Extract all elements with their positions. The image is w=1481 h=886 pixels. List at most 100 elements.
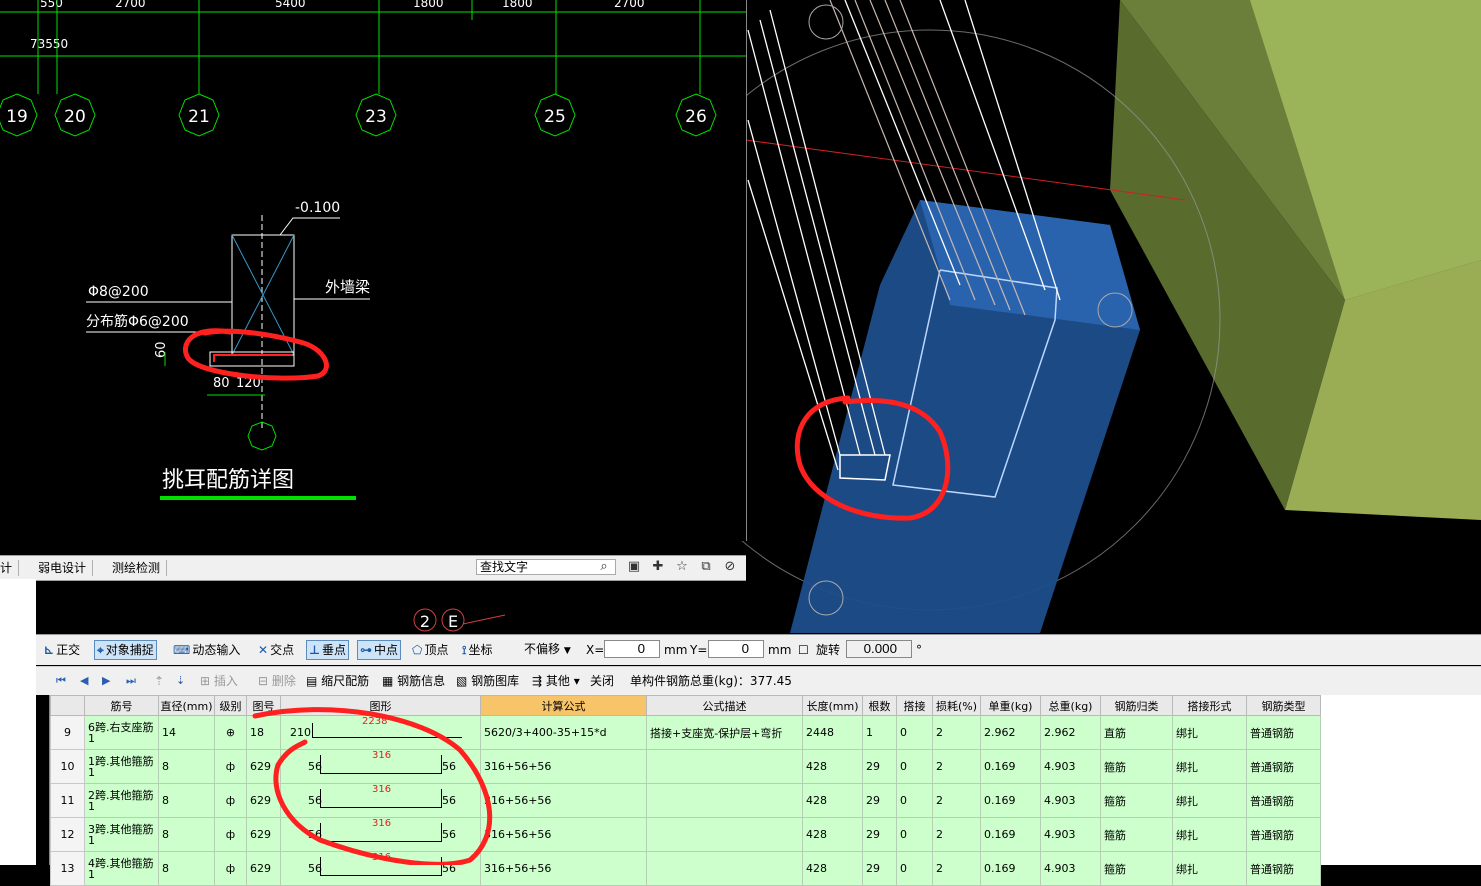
figure-no-cell[interactable]: 629 — [246, 783, 281, 818]
shape-cell[interactable]: 56 316 56 — [280, 851, 481, 886]
figure-no-cell[interactable]: 629 — [246, 749, 281, 784]
col-header[interactable]: 钢筋归类 — [1100, 695, 1173, 716]
count-cell[interactable]: 29 — [862, 783, 897, 818]
figure-no-cell[interactable]: 629 — [246, 817, 281, 852]
rebar-name-cell[interactable]: 2跨.其他箍筋1 — [84, 783, 159, 818]
formula-cell[interactable]: 316+56+56 — [480, 817, 647, 852]
rebar-name-cell[interactable]: 6跨.右支座筋1 — [84, 715, 159, 750]
other-menu[interactable]: ⇶ 其他 ▾ — [532, 673, 580, 689]
table-row[interactable]: 10 1跨.其他箍筋1 8 ф 629 56 316 56 316+56+56 … — [50, 749, 1321, 784]
lap-type-cell[interactable]: 绑扎 — [1172, 817, 1247, 852]
rebar-type-cell[interactable]: 普通钢筋 — [1246, 817, 1321, 852]
col-header[interactable]: 公式描述 — [646, 695, 803, 716]
col-header[interactable]: 损耗(%) — [932, 695, 981, 716]
count-cell[interactable]: 29 — [862, 749, 897, 784]
first-record-icon[interactable]: ⏮ — [56, 673, 66, 689]
col-header[interactable]: 根数 — [862, 695, 897, 716]
tab-survey[interactable]: 测绘检测 — [106, 560, 168, 576]
vertex-button[interactable]: ⬠ 顶点 — [412, 641, 448, 659]
plus-icon[interactable]: ✚ — [650, 559, 666, 575]
rebar-table[interactable]: 筋号 直径(mm) 级别 图号 图形 计算公式 公式描述 长度(mm) 根数 搭… — [49, 695, 1481, 886]
table-row[interactable]: 9 6跨.右支座筋1 14 ⊕ 18 210 2238 5620/3+400-3… — [50, 715, 1321, 750]
formula-desc-cell[interactable] — [646, 749, 803, 784]
copy-icon[interactable]: ⧉ — [698, 559, 714, 575]
count-cell[interactable]: 29 — [862, 851, 897, 886]
length-cell[interactable]: 428 — [802, 749, 863, 784]
lap-type-cell[interactable]: 绑扎 — [1172, 783, 1247, 818]
table-row[interactable]: 11 2跨.其他箍筋1 8 ф 629 56 316 56 316+56+56 … — [50, 783, 1321, 818]
figure-no-cell[interactable]: 629 — [246, 851, 281, 886]
lap-type-cell[interactable]: 绑扎 — [1172, 715, 1247, 750]
star-icon[interactable]: ☆ — [674, 559, 690, 575]
col-header[interactable]: 长度(mm) — [802, 695, 863, 716]
rebar-class-cell[interactable]: 箍筋 — [1100, 783, 1173, 818]
total-weight-cell[interactable]: 4.903 — [1040, 851, 1101, 886]
unit-weight-cell[interactable]: 0.169 — [980, 749, 1041, 784]
x-input[interactable] — [604, 640, 660, 658]
lap-type-cell[interactable]: 绑扎 — [1172, 749, 1247, 784]
shape-cell[interactable]: 56 316 56 — [280, 817, 481, 852]
y-input[interactable] — [708, 640, 764, 658]
diameter-cell[interactable]: 14 — [158, 715, 215, 750]
rotate-input[interactable] — [846, 640, 912, 658]
next-record-icon[interactable]: ▶ — [102, 673, 110, 689]
last-record-icon[interactable]: ⏭ — [126, 673, 136, 689]
lap-cell[interactable]: 0 — [896, 715, 933, 750]
rebar-class-cell[interactable]: 箍筋 — [1100, 817, 1173, 852]
insert-button[interactable]: ⊞ 插入 — [200, 673, 238, 689]
loss-cell[interactable]: 2 — [932, 783, 981, 818]
unit-weight-cell[interactable]: 0.169 — [980, 851, 1041, 886]
table-row[interactable]: 13 4跨.其他箍筋1 8 ф 629 56 316 56 316+56+56 … — [50, 851, 1321, 886]
grade-cell[interactable]: ф — [214, 851, 247, 886]
grade-cell[interactable]: ф — [214, 783, 247, 818]
tab-design-partial[interactable]: 计 — [0, 560, 20, 576]
midpoint-button[interactable]: ⊶ 中点 — [357, 640, 402, 660]
cad-canvas[interactable]: 550 2700 5400 1800 1800 2700 73550 19 20… — [0, 0, 746, 541]
rebar-type-cell[interactable]: 普通钢筋 — [1246, 749, 1321, 784]
formula-cell[interactable]: 316+56+56 — [480, 749, 647, 784]
rebar-class-cell[interactable]: 箍筋 — [1100, 851, 1173, 886]
grade-cell[interactable]: ф — [214, 817, 247, 852]
cad-drawing-window[interactable]: 550 2700 5400 1800 1800 2700 73550 19 20… — [0, 0, 747, 541]
col-header[interactable]: 图形 — [280, 695, 481, 716]
rebar-class-cell[interactable]: 直筋 — [1100, 715, 1173, 750]
col-header[interactable]: 总重(kg) — [1040, 695, 1101, 716]
col-header[interactable]: 级别 — [214, 695, 247, 716]
unit-weight-cell[interactable]: 0.169 — [980, 783, 1041, 818]
rebar-class-cell[interactable]: 箍筋 — [1100, 749, 1173, 784]
move-up-icon[interactable]: ⇡ — [154, 673, 164, 689]
loss-cell[interactable]: 2 — [932, 715, 981, 750]
col-header[interactable]: 计算公式 — [480, 695, 647, 716]
shape-cell[interactable]: 210 2238 — [280, 715, 481, 750]
length-cell[interactable]: 2448 — [802, 715, 863, 750]
formula-desc-cell[interactable] — [646, 783, 803, 818]
lap-type-cell[interactable]: 绑扎 — [1172, 851, 1247, 886]
rebar-type-cell[interactable]: 普通钢筋 — [1246, 715, 1321, 750]
rebar-lib-button[interactable]: ▧ 钢筋图库 — [456, 673, 519, 689]
diameter-cell[interactable]: 8 — [158, 851, 215, 886]
shape-cell[interactable]: 56 316 56 — [280, 749, 481, 784]
length-cell[interactable]: 428 — [802, 817, 863, 852]
lap-cell[interactable]: 0 — [896, 851, 933, 886]
dynamic-input-button[interactable]: ⌨ 动态输入 — [173, 641, 240, 659]
count-cell[interactable]: 1 — [862, 715, 897, 750]
col-header[interactable]: 直径(mm) — [158, 695, 215, 716]
grip-circle-top[interactable] — [808, 4, 844, 40]
formula-cell[interactable]: 316+56+56 — [480, 783, 647, 818]
rebar-name-cell[interactable]: 3跨.其他箍筋1 — [84, 817, 159, 852]
doc-icon[interactable]: ▣ — [626, 559, 642, 575]
formula-cell[interactable]: 316+56+56 — [480, 851, 647, 886]
col-header[interactable]: 图号 — [246, 695, 281, 716]
lap-cell[interactable]: 0 — [896, 783, 933, 818]
grade-cell[interactable]: ф — [214, 749, 247, 784]
lap-cell[interactable]: 0 — [896, 749, 933, 784]
loss-cell[interactable]: 2 — [932, 851, 981, 886]
rebar-type-cell[interactable]: 普通钢筋 — [1246, 783, 1321, 818]
formula-desc-cell[interactable]: 搭接+支座宽-保护层+弯折 — [646, 715, 803, 750]
scale-rebar-button[interactable]: ▤ 缩尺配筋 — [306, 673, 369, 689]
diameter-cell[interactable]: 8 — [158, 749, 215, 784]
search-icon[interactable]: ⌕ — [596, 559, 612, 575]
coordinate-button[interactable]: ⟟ 坐标 — [462, 641, 492, 659]
lap-cell[interactable]: 0 — [896, 817, 933, 852]
ortho-button[interactable]: ⊾ 正交 — [44, 641, 80, 659]
